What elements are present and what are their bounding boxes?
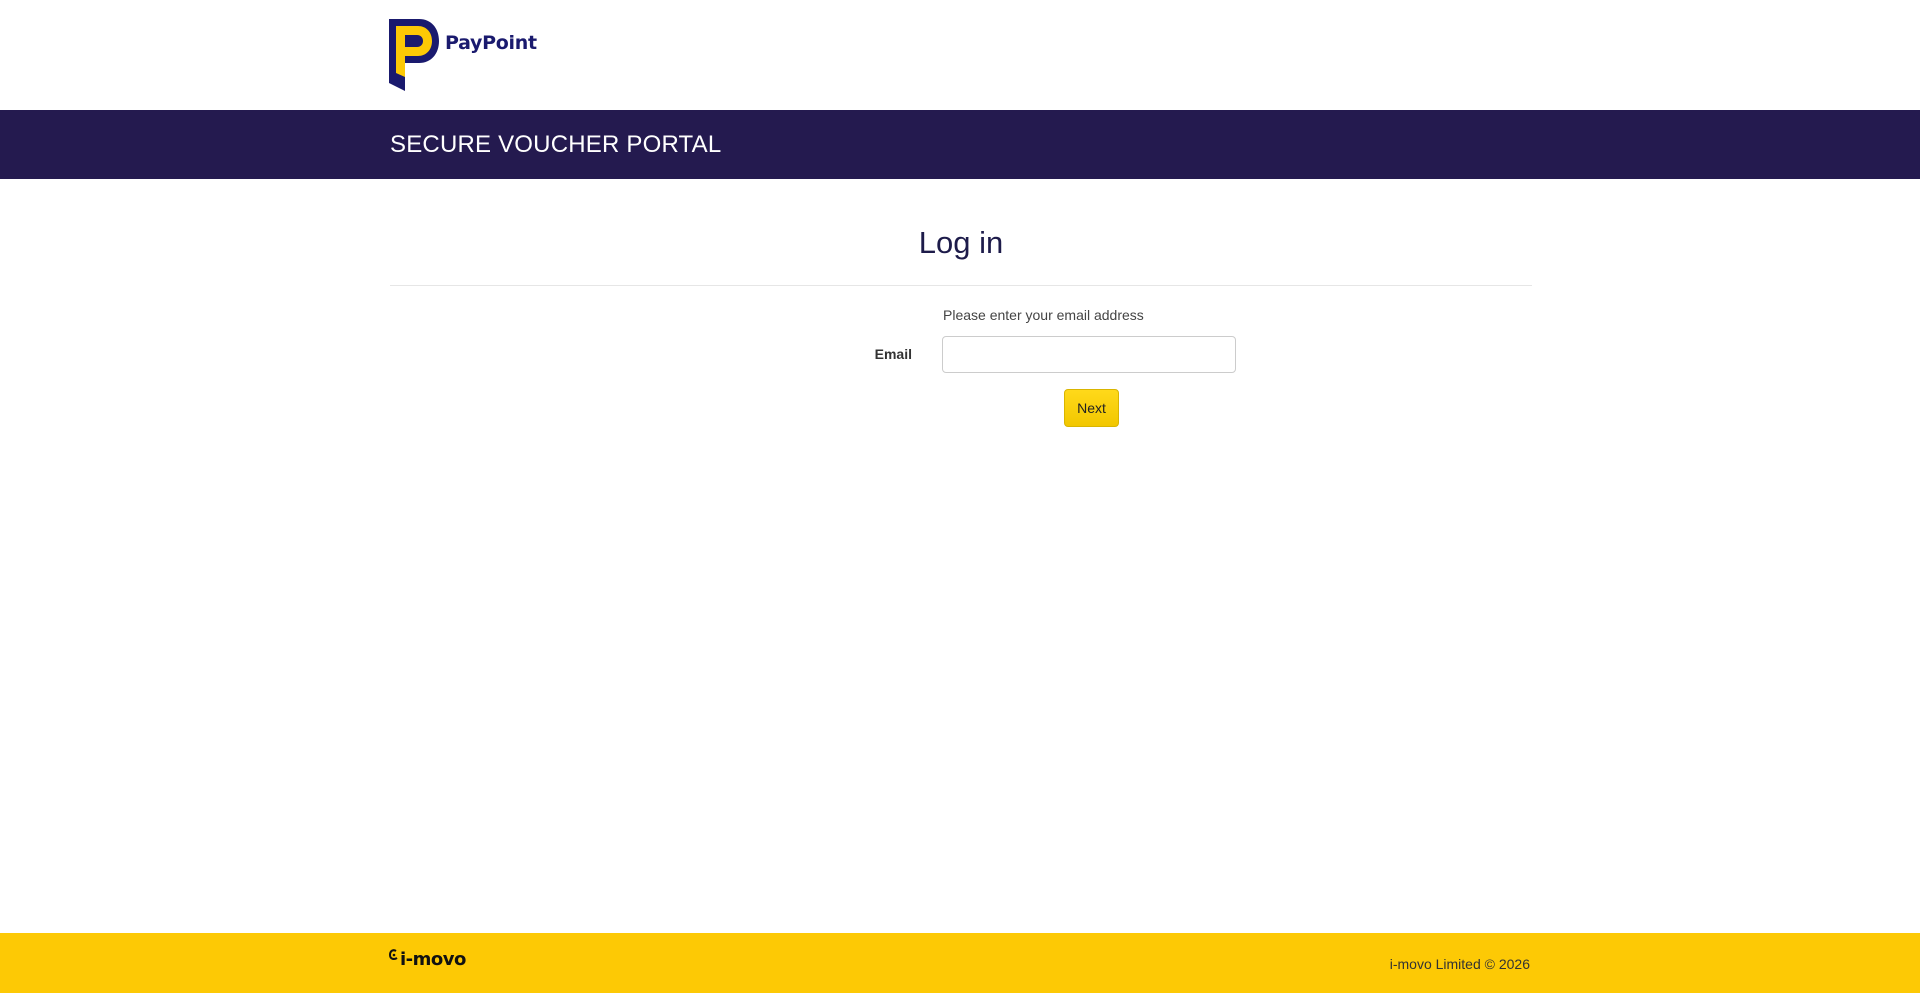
imovo-logo: i-movo bbox=[389, 949, 466, 971]
site-footer: i-movo i-movo Limited © 2026 bbox=[0, 933, 1920, 993]
imovo-logo-text: i-movo bbox=[400, 949, 466, 970]
copyright-text: i-movo Limited © 2026 bbox=[1389, 956, 1530, 972]
imovo-logo-icon bbox=[389, 949, 398, 960]
site-header: PayPoint bbox=[0, 0, 1920, 110]
email-instructions: Please enter your email address bbox=[943, 307, 1144, 323]
paypoint-logo-link[interactable]: PayPoint bbox=[389, 19, 537, 91]
portal-banner: SECURE VOUCHER PORTAL bbox=[0, 110, 1920, 179]
next-button[interactable]: Next bbox=[1064, 389, 1119, 427]
paypoint-logo-text: PayPoint bbox=[445, 32, 537, 54]
paypoint-logo-icon bbox=[389, 19, 439, 91]
banner-title: SECURE VOUCHER PORTAL bbox=[390, 131, 722, 158]
title-divider bbox=[390, 285, 1532, 286]
email-label: Email bbox=[874, 346, 912, 362]
page-title: Log in bbox=[918, 225, 1004, 260]
email-input[interactable] bbox=[942, 336, 1236, 373]
page: PayPoint SECURE VOUCHER PORTAL Log in Pl… bbox=[0, 0, 1920, 993]
